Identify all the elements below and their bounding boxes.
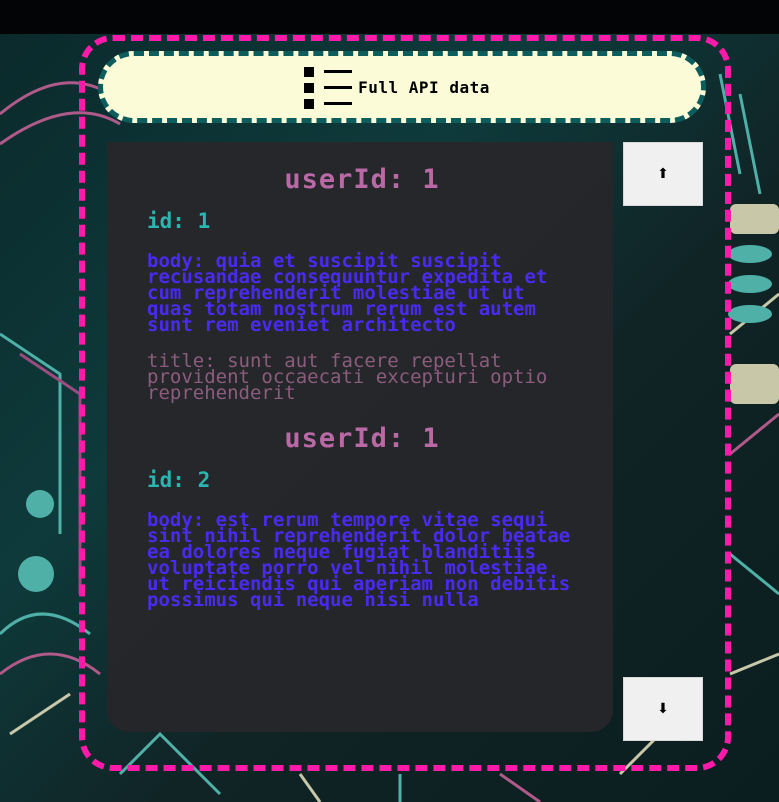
post-body: body: quia et suscipit suscipit recusand… <box>147 250 548 336</box>
post-body: body: est rerum tempore vitae sequi sint… <box>147 509 571 611</box>
header-banner: Full API data <box>98 51 706 123</box>
scroll-up-button[interactable]: ⬆ <box>623 142 703 206</box>
page-title: Full API data <box>358 77 490 97</box>
post-card: userId: 1 id: 1 body: quia et suscipit s… <box>147 164 577 404</box>
post-userid: userId: 1 <box>284 423 440 454</box>
post-title: title: sunt aut facere repellat providen… <box>147 350 548 404</box>
list-icon <box>304 65 353 109</box>
post-id: id: 1 <box>147 209 211 233</box>
post-id: id: 2 <box>147 468 211 492</box>
scroll-down-button[interactable]: ⬇ <box>623 677 703 741</box>
post-userid: userId: 1 <box>284 164 440 195</box>
posts-scroll-panel[interactable]: userId: 1 id: 1 body: quia et suscipit s… <box>107 142 613 732</box>
posts-list: userId: 1 id: 1 body: quia et suscipit s… <box>107 142 577 611</box>
arrow-down-icon: ⬇ <box>657 701 669 717</box>
arrow-up-icon: ⬆ <box>657 166 669 182</box>
post-card: userId: 1 id: 2 body: est rerum tempore … <box>147 423 577 611</box>
